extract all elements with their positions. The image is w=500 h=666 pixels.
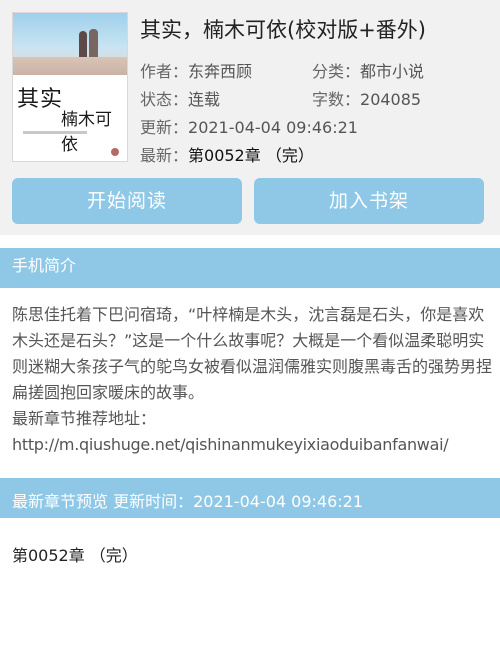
chapter-list-item[interactable]: 第0052章 （完） <box>12 542 138 566</box>
cover-illustration <box>13 13 127 75</box>
status-row: 状态：连载 <box>140 90 221 109</box>
chapter-preview-header-label: 最新章节预览 更新时间：2021-04-04 09:46:21 <box>12 492 364 511</box>
cover-title-line2: 楠木可依 <box>61 110 112 155</box>
cover-subtitle-decoration <box>23 131 87 134</box>
recommend-label: 最新章节推荐地址： <box>12 409 157 428</box>
word-count-value: 204085 <box>360 90 422 109</box>
book-intro: 陈思佳托着下巴问宿琦，“叶梓楠是木头，沈言磊是石头，你是喜欢木头还是石头？”这是… <box>12 302 492 458</box>
cover-title-line1: 其实 <box>17 87 64 112</box>
intro-header-label: 手机简介 <box>12 256 77 275</box>
updated-row: 更新：2021-04-04 09:46:21 <box>140 118 358 137</box>
author-row: 作者：东奔西顾 <box>140 62 253 81</box>
intro-text: 陈思佳托着下巴问宿琦，“叶梓楠是木头，沈言磊是石头，你是喜欢木头还是石头？”这是… <box>12 305 493 402</box>
flower-icon <box>111 148 119 156</box>
start-reading-button[interactable]: 开始阅读 <box>12 178 242 224</box>
latest-chapter-row: 最新：第0052章 （完） <box>140 146 314 165</box>
add-to-shelf-button[interactable]: 加入书架 <box>254 178 484 224</box>
updated-value: 2021-04-04 09:46:21 <box>188 118 358 137</box>
recommend-url-link[interactable]: http://m.qiushuge.net/qishinanmukeyixiao… <box>12 432 492 458</box>
book-title: 其实，楠木可依(校对版+番外) <box>140 18 426 42</box>
latest-chapter-link[interactable]: 第0052章 （完） <box>188 146 314 165</box>
chapter-preview-header-bar: 最新章节预览 更新时间：2021-04-04 09:46:21 <box>0 478 500 518</box>
author-name[interactable]: 东奔西顾 <box>188 62 252 81</box>
word-count-row: 字数：204085 <box>312 90 422 109</box>
category-value[interactable]: 都市小说 <box>360 62 424 81</box>
category-row: 分类：都市小说 <box>312 62 425 81</box>
status-value: 连载 <box>188 90 221 109</box>
intro-header-bar: 手机简介 <box>0 248 500 288</box>
book-cover[interactable]: 其实 楠木可依 <box>12 12 128 162</box>
